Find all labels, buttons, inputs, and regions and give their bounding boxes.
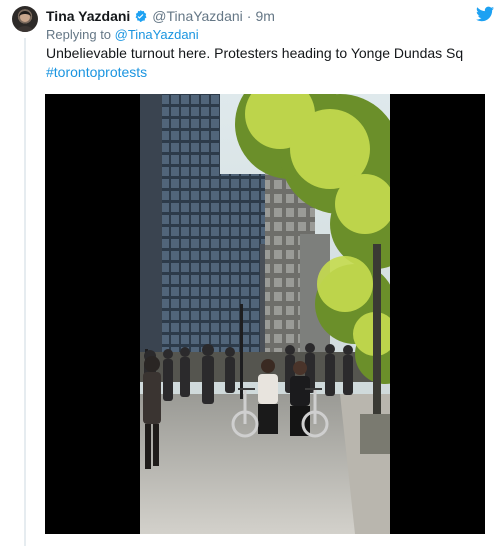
twitter-bird-icon[interactable]: [476, 6, 494, 22]
video-player[interactable]: [45, 94, 485, 534]
thread-connector-line: [24, 38, 26, 546]
hashtag-link[interactable]: #torontoprotests: [46, 63, 491, 82]
avatar[interactable]: [12, 6, 38, 32]
video-frame[interactable]: [140, 94, 390, 534]
reply-mention-link[interactable]: @TinaYazdani: [115, 27, 199, 42]
tweet-text: Unbelievable turnout here. Protesters he…: [46, 45, 464, 61]
author-name[interactable]: Tina Yazdani: [46, 8, 130, 24]
timestamp[interactable]: 9m: [255, 8, 274, 24]
avatar-image: [16, 11, 34, 32]
author-handle[interactable]: @TinaYazdani: [152, 8, 242, 24]
reply-prefix: Replying to: [46, 27, 115, 42]
tweet-header: Tina Yazdani @TinaYazdani · 9m: [46, 6, 494, 26]
verified-badge-icon: [135, 9, 147, 22]
header-separator: ·: [246, 8, 252, 24]
reply-context: Replying to @TinaYazdani: [46, 27, 199, 42]
protest-video-still: [140, 94, 390, 534]
tweet-card: Tina Yazdani @TinaYazdani · 9m Replying …: [0, 0, 504, 546]
tweet-body: Unbelievable turnout here. Protesters he…: [46, 44, 491, 82]
